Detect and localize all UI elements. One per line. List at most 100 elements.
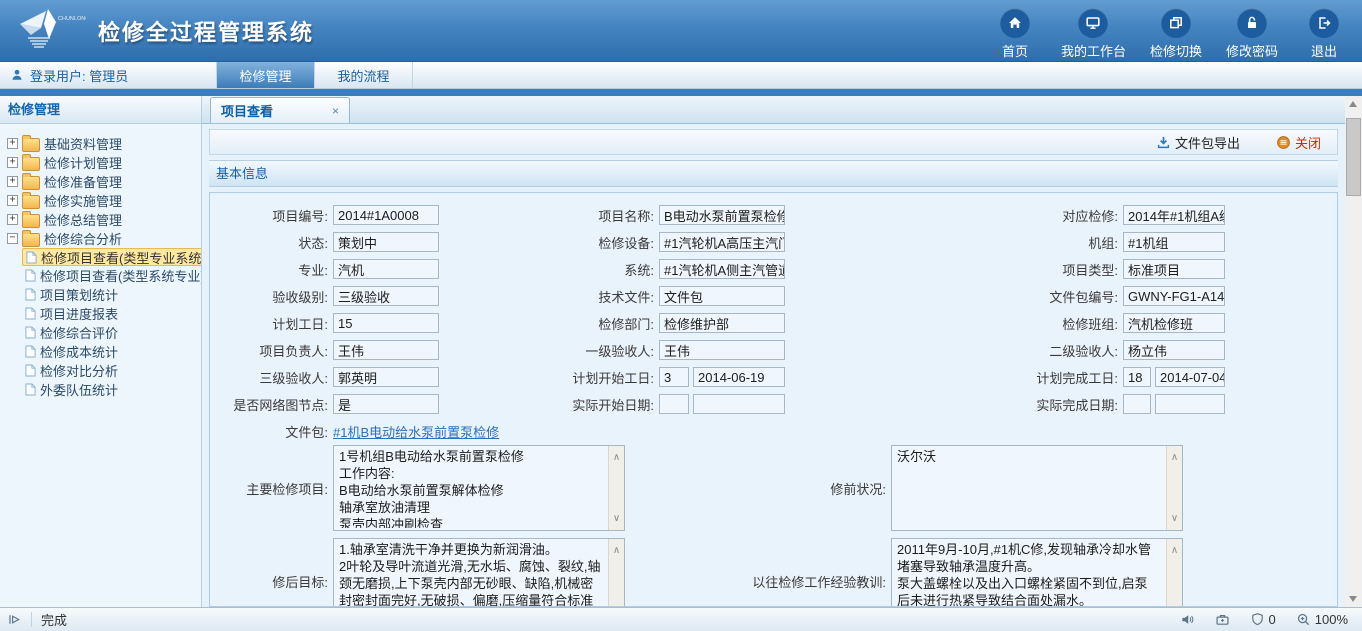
scroll-down-icon[interactable]: ∨ [613, 510, 620, 527]
download-icon [1156, 135, 1171, 150]
close-button[interactable]: 关闭 [1276, 133, 1321, 152]
textarea-field[interactable]: 2011年9月-10月,#1机C修,发现轴承冷却水管堵塞导致轴承温度升高。 泵大… [891, 538, 1183, 607]
tree-item[interactable]: 检修项目查看(类型系统专业) [22, 266, 201, 285]
app-title: 检修全过程管理系统 [98, 15, 314, 47]
textarea-field[interactable]: 沃尔沃∧∨ [891, 445, 1183, 531]
scrollbar-up-icon[interactable] [1349, 101, 1357, 107]
tree-folder[interactable]: −检修综合分析 [7, 229, 199, 248]
textarea-scrollbar[interactable]: ∧∨ [1166, 446, 1182, 530]
status-bar: 完成 0 100% [0, 607, 1362, 631]
field-label: 项目类型: [785, 260, 1123, 279]
tree-children: 检修项目查看(类型专业系统)检修项目查看(类型系统专业)项目策划统计项目进度报表… [22, 248, 199, 399]
tree-item[interactable]: 外委队伍统计 [22, 380, 121, 399]
expand-toggle-icon[interactable]: + [7, 138, 18, 149]
textarea-text: 1.轴承室清洗干净并更换为新润滑油。 2叶轮及导叶流道光滑,无水垢、腐蚀、裂纹,… [339, 541, 602, 607]
field-value: 王伟 [333, 340, 439, 360]
scroll-up-icon[interactable]: ∧ [613, 542, 620, 559]
document-icon [25, 288, 36, 301]
folder-icon [22, 214, 40, 228]
folder-icon [22, 233, 40, 247]
exit-icon [1309, 8, 1339, 38]
scrollbar-down-icon[interactable] [1349, 596, 1357, 602]
tree-folder[interactable]: +检修准备管理 [7, 172, 199, 191]
document-tabstrip: 项目查看 × [202, 96, 1345, 124]
field-label: 计划开始工日: [439, 368, 659, 387]
scroll-up-icon[interactable]: ∧ [1171, 542, 1178, 559]
tree-item[interactable]: 检修项目查看(类型专业系统) [22, 248, 201, 266]
field-label: 实际开始日期: [439, 395, 659, 414]
nav-label: 修改密码 [1226, 41, 1278, 60]
field-value-days [1123, 394, 1151, 414]
monitor-icon [1078, 8, 1108, 38]
tree-item[interactable]: 检修成本统计 [22, 342, 121, 361]
user-icon [10, 68, 24, 82]
textarea-scrollbar[interactable]: ∧∨ [608, 446, 624, 530]
speaker-icon[interactable] [1180, 612, 1195, 627]
expand-toggle-icon[interactable]: + [7, 176, 18, 187]
expand-toggle-icon[interactable]: + [7, 195, 18, 206]
field-label: 以往检修工作经验教训: [625, 572, 891, 591]
tab-close-icon[interactable]: × [332, 104, 339, 118]
tree-item-label: 检修成本统计 [40, 342, 118, 361]
tree-item[interactable]: 检修综合评价 [22, 323, 121, 342]
top-tab[interactable]: 我的流程 [315, 62, 413, 88]
nav-switch[interactable]: 检修切换 [1150, 8, 1202, 60]
tree-item[interactable]: 项目策划统计 [22, 285, 121, 304]
sidebar-title: 检修管理 [0, 96, 201, 124]
expand-toggle-icon[interactable]: + [7, 157, 18, 168]
scroll-down-icon[interactable]: ∨ [613, 603, 620, 607]
package-link[interactable]: #1机B电动给水泵前置泵检修 [333, 422, 499, 441]
top-tab[interactable]: 检修管理 [217, 62, 315, 88]
header-divider [0, 89, 1362, 96]
expand-toggle-icon[interactable]: + [7, 214, 18, 225]
folder-icon [22, 176, 40, 190]
form-row: 三级验收人:郭英明计划开始工日:32014-06-19计划完成工日:182014… [210, 367, 1337, 387]
tree-item-label: 项目策划统计 [40, 285, 118, 304]
field-value: 2014#1A0008 [333, 205, 439, 225]
toolbox-icon[interactable] [1215, 612, 1230, 627]
field-label: 文件包编号: [785, 287, 1123, 306]
scroll-down-icon[interactable]: ∨ [1171, 603, 1178, 607]
field-label: 检修班组: [785, 314, 1123, 333]
folder-icon [22, 195, 40, 209]
scroll-up-icon[interactable]: ∧ [1171, 449, 1178, 466]
scrollbar-thumb[interactable] [1346, 118, 1361, 196]
browser-scrollbar[interactable] [1345, 96, 1362, 607]
textarea-field[interactable]: 1号机组B电动给水泵前置泵检修 工作内容: B电动给水泵前置泵解体检修 轴承室放… [333, 445, 625, 531]
form-rows: 项目编号:2014#1A0008项目名称:B电动水泵前置泵检修对应检修:2014… [210, 205, 1337, 414]
field-value: 汽机 [333, 259, 439, 279]
nav-exit[interactable]: 退出 [1302, 8, 1346, 60]
field-label: 项目负责人: [210, 341, 333, 360]
nav-monitor[interactable]: 我的工作台 [1061, 8, 1126, 60]
field-label: 检修部门: [439, 314, 659, 333]
scroll-up-icon[interactable]: ∧ [613, 449, 620, 466]
tree-item[interactable]: 检修对比分析 [22, 361, 121, 380]
nav-lock[interactable]: 修改密码 [1226, 8, 1278, 60]
workspace: 检修管理 +基础资料管理+检修计划管理+检修准备管理+检修实施管理+检修总结管理… [0, 96, 1362, 607]
field-label: 系统: [439, 260, 659, 279]
tree-folder[interactable]: +检修计划管理 [7, 153, 199, 172]
tree-folder[interactable]: +基础资料管理 [7, 134, 199, 153]
expand-toggle-icon[interactable]: − [7, 233, 18, 244]
tab-project-view[interactable]: 项目查看 × [210, 97, 350, 123]
field-label: 技术文件: [439, 287, 659, 306]
nav-home[interactable]: 首页 [993, 8, 1037, 60]
textarea-scrollbar[interactable]: ∧∨ [608, 539, 624, 607]
textarea-scrollbar[interactable]: ∧∨ [1166, 539, 1182, 607]
nav-label: 检修切换 [1150, 41, 1202, 60]
scroll-down-icon[interactable]: ∨ [1171, 510, 1178, 527]
tree-folder[interactable]: +检修总结管理 [7, 210, 199, 229]
field-value: 检修维护部 [659, 313, 785, 333]
field-value: 2014年#1机组A级检修 [1123, 205, 1225, 225]
export-package-button[interactable]: 文件包导出 [1156, 133, 1240, 152]
status-text: 完成 [41, 610, 67, 629]
field-value: 标准项目 [1123, 259, 1225, 279]
field-value: 杨立伟 [1123, 340, 1225, 360]
ad-shield-indicator[interactable]: 0 [1250, 612, 1276, 627]
tree-item[interactable]: 项目进度报表 [22, 304, 121, 323]
zoom-control[interactable]: 100% [1296, 612, 1348, 627]
tree-folder[interactable]: +检修实施管理 [7, 191, 199, 210]
main-area: 项目查看 × 文件包导出 关闭 基本信息 [202, 96, 1345, 607]
field-value: 是 [333, 394, 439, 414]
textarea-field[interactable]: 1.轴承室清洗干净并更换为新润滑油。 2叶轮及导叶流道光滑,无水垢、腐蚀、裂纹,… [333, 538, 625, 607]
